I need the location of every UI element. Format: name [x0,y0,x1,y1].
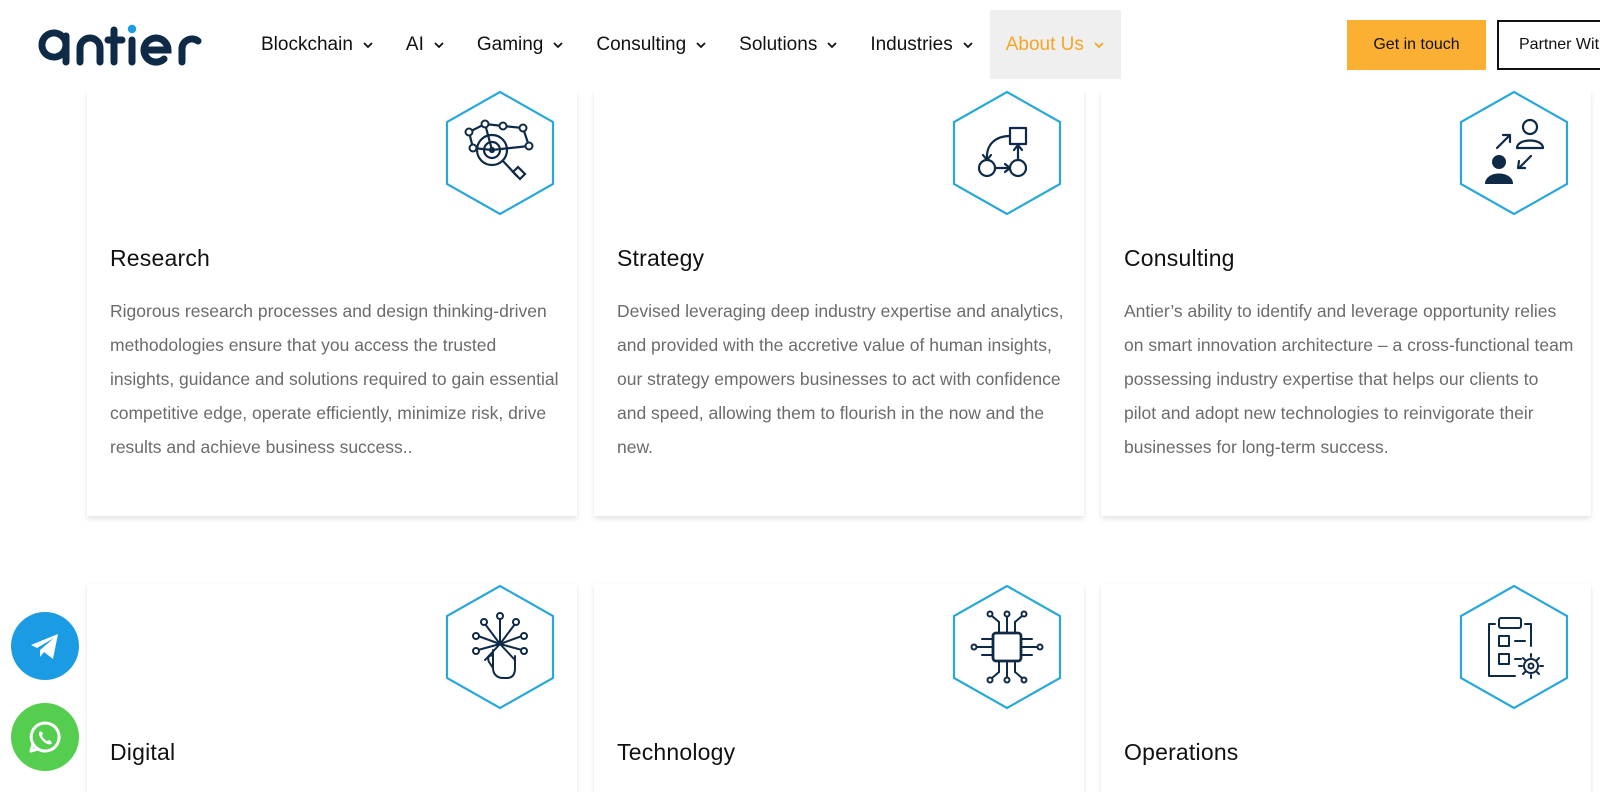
telegram-icon [31,634,58,659]
nav-label: Blockchain [261,33,353,55]
card-title: Digital [110,739,176,765]
nav-label: AI [405,33,424,55]
card-text: Antier’s ability to identify and leverag… [1124,301,1574,457]
nav-solutions[interactable]: Solutions [723,10,854,79]
nav-gaming[interactable]: Gaming [461,10,581,79]
logo[interactable] [36,22,208,70]
chevron-down-icon [434,41,444,48]
chevron-down-icon [827,41,837,48]
whatsapp-button[interactable] [11,703,79,771]
service-card-technology: Technology [594,584,1084,792]
nav-blockchain[interactable]: Blockchain [245,10,390,79]
main-nav: Blockchain AI Gaming Consulting Solution… [245,10,1121,79]
strategy-icon [952,90,1062,216]
nav-ai[interactable]: AI [390,10,461,79]
service-card-operations: Operations [1101,584,1591,792]
chevron-down-icon [363,41,373,48]
card-text: Rigorous research processes and design t… [110,301,559,457]
operations-icon [1459,584,1569,710]
card-title: Operations [1124,739,1239,765]
technology-icon [952,584,1062,710]
telegram-button[interactable] [11,612,79,680]
card-title: Research [110,245,211,271]
nav-label: Consulting [596,33,687,55]
nav-label: About Us [1005,33,1084,55]
nav-label: Solutions [739,33,818,55]
nav-label: Gaming [476,33,544,55]
get-in-touch-button[interactable]: Get in touch [1347,20,1486,70]
card-title: Strategy [617,245,705,271]
chevron-down-icon [553,41,564,48]
chevron-down-icon [696,41,706,48]
nav-label: Industries [870,33,953,55]
whatsapp-icon [29,721,61,753]
card-title: Consulting [1124,245,1235,271]
service-card-research: Research Rigorous research processes and… [87,90,577,516]
digital-icon [445,584,555,710]
service-card-digital: Digital [87,584,577,792]
service-card-consulting: Consulting Antier’s ability to identify … [1101,90,1591,516]
partner-with-us-button[interactable]: Partner With Us [1497,20,1600,70]
card-title: Technology [617,739,736,765]
service-card-strategy: Strategy Devised leveraging deep industr… [594,90,1084,516]
nav-about-us[interactable]: About Us [989,10,1121,79]
card-text: Devised leveraging deep industry experti… [617,301,1064,457]
site-header: Blockchain AI Gaming Consulting Solution… [0,0,1600,90]
nav-consulting[interactable]: Consulting [580,10,723,79]
partner-label: Partner With Us [1519,36,1600,53]
consulting-icon [1459,90,1569,216]
chevron-down-icon [1094,41,1104,48]
research-icon [445,90,555,216]
chevron-down-icon [963,41,973,48]
nav-industries[interactable]: Industries [854,10,989,79]
